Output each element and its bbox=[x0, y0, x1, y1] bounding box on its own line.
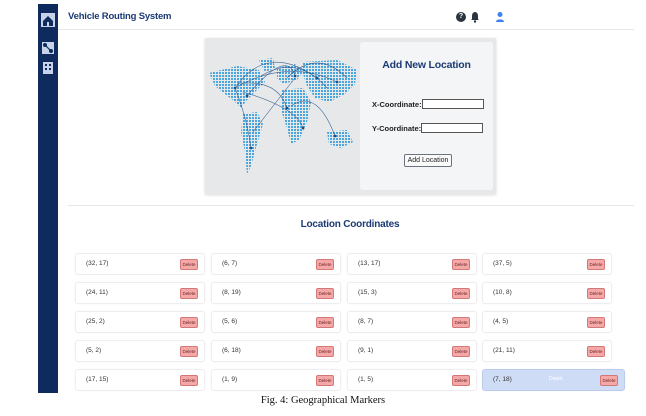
section-divider bbox=[68, 205, 634, 206]
delete-button[interactable]: Delete bbox=[180, 346, 198, 357]
location-coordinate: (15, 3) bbox=[358, 289, 377, 296]
delete-button[interactable]: Delete bbox=[452, 259, 470, 270]
location-coordinate: (10, 8) bbox=[493, 289, 512, 296]
location-coordinate: (5, 2) bbox=[86, 347, 102, 354]
delete-button[interactable]: Delete bbox=[316, 288, 334, 299]
location-card: (17, 15) Delete bbox=[75, 369, 205, 391]
location-coordinate: (25, 2) bbox=[86, 318, 105, 325]
location-card: (5, 2) Delete bbox=[75, 340, 205, 362]
sidebar bbox=[38, 4, 58, 393]
location-card: (1, 9) Delete bbox=[211, 369, 341, 391]
delete-button[interactable]: Delete bbox=[452, 288, 470, 299]
delete-button[interactable]: Delete bbox=[316, 259, 334, 270]
top-bar: Vehicle Routing System ? bbox=[58, 4, 634, 30]
location-coordinate: (7, 18) bbox=[493, 376, 512, 383]
form-title: Add New Location bbox=[382, 59, 471, 71]
location-coordinates-title: Location Coordinates bbox=[300, 219, 400, 230]
world-map-illustration bbox=[209, 58, 357, 174]
location-coordinate: (8, 19) bbox=[222, 289, 241, 296]
delete-button[interactable]: Delete bbox=[452, 346, 470, 357]
depot-label: Depot bbox=[549, 376, 563, 382]
figure-caption: Fig. 4: Geographical Markers bbox=[260, 395, 386, 406]
delete-button[interactable]: Delete bbox=[587, 288, 605, 299]
delete-button[interactable]: Delete bbox=[600, 375, 618, 386]
y-coordinate-label: Y-Coordinate: bbox=[372, 124, 422, 133]
location-card: (37, 5) Delete bbox=[482, 253, 612, 275]
location-card: (4, 5) Delete bbox=[482, 311, 612, 333]
delete-button[interactable]: Delete bbox=[452, 375, 470, 386]
location-coordinate: (6, 18) bbox=[222, 347, 241, 354]
location-coordinate: (1, 9) bbox=[222, 376, 238, 383]
location-card: (24, 11) Delete bbox=[75, 282, 205, 304]
location-card: (6, 18) Delete bbox=[211, 340, 341, 362]
location-card: (9, 1) Delete bbox=[347, 340, 477, 362]
location-coordinate: (5, 6) bbox=[222, 318, 238, 325]
delete-button[interactable]: Delete bbox=[587, 259, 605, 270]
location-coordinate: (1, 5) bbox=[358, 376, 374, 383]
delete-button[interactable]: Delete bbox=[316, 317, 334, 328]
delete-button[interactable]: Delete bbox=[180, 288, 198, 299]
route-icon[interactable] bbox=[40, 40, 56, 56]
location-card: (21, 11) Delete bbox=[482, 340, 612, 362]
location-card: (6, 7) Delete bbox=[211, 253, 341, 275]
location-coordinate: (24, 11) bbox=[86, 289, 108, 296]
location-card: (25, 2) Delete bbox=[75, 311, 205, 333]
delete-button[interactable]: Delete bbox=[180, 375, 198, 386]
x-coordinate-label: X-Coordinate: bbox=[372, 100, 422, 109]
help-icon[interactable]: ? bbox=[456, 12, 466, 22]
app-title: Vehicle Routing System bbox=[68, 11, 172, 22]
delete-button[interactable]: Delete bbox=[587, 317, 605, 328]
location-card: (13, 17) Delete bbox=[347, 253, 477, 275]
location-card: (8, 7) Delete bbox=[347, 311, 477, 333]
home-icon[interactable] bbox=[40, 12, 56, 28]
location-coordinate: (21, 11) bbox=[493, 347, 515, 354]
location-coordinate: (17, 15) bbox=[86, 376, 109, 383]
y-coordinate-input[interactable] bbox=[421, 123, 483, 133]
delete-button[interactable]: Delete bbox=[316, 346, 334, 357]
bell-icon[interactable] bbox=[470, 11, 480, 23]
location-coordinate: (37, 5) bbox=[493, 260, 512, 267]
add-location-button[interactable]: Add Location bbox=[404, 154, 452, 167]
user-avatar-icon[interactable] bbox=[495, 11, 505, 23]
delete-button[interactable]: Delete bbox=[180, 259, 198, 270]
x-coordinate-input[interactable] bbox=[422, 99, 484, 109]
location-coordinate: (32, 17) bbox=[86, 260, 109, 267]
location-card-depot: (7, 18) Depot Delete bbox=[482, 369, 625, 391]
location-coordinate: (8, 7) bbox=[358, 318, 374, 325]
location-card: (32, 17) Delete bbox=[75, 253, 205, 275]
add-location-form: Add New Location X-Coordinate: Y-Coordin… bbox=[360, 42, 493, 190]
location-coordinate: (9, 1) bbox=[358, 347, 374, 354]
location-coordinate: (4, 5) bbox=[493, 318, 509, 325]
add-location-card: Add New Location X-Coordinate: Y-Coordin… bbox=[205, 38, 496, 194]
building-icon[interactable] bbox=[40, 60, 56, 76]
location-card: (8, 19) Delete bbox=[211, 282, 341, 304]
delete-button[interactable]: Delete bbox=[316, 375, 334, 386]
delete-button[interactable]: Delete bbox=[587, 346, 605, 357]
location-card: (15, 3) Delete bbox=[347, 282, 477, 304]
location-coordinate: (6, 7) bbox=[222, 260, 238, 267]
delete-button[interactable]: Delete bbox=[180, 317, 198, 328]
location-card: (5, 6) Delete bbox=[211, 311, 341, 333]
delete-button[interactable]: Delete bbox=[452, 317, 470, 328]
location-card: (1, 5) Delete bbox=[347, 369, 477, 391]
location-card: (10, 8) Delete bbox=[482, 282, 612, 304]
location-coordinate: (13, 17) bbox=[358, 260, 381, 267]
